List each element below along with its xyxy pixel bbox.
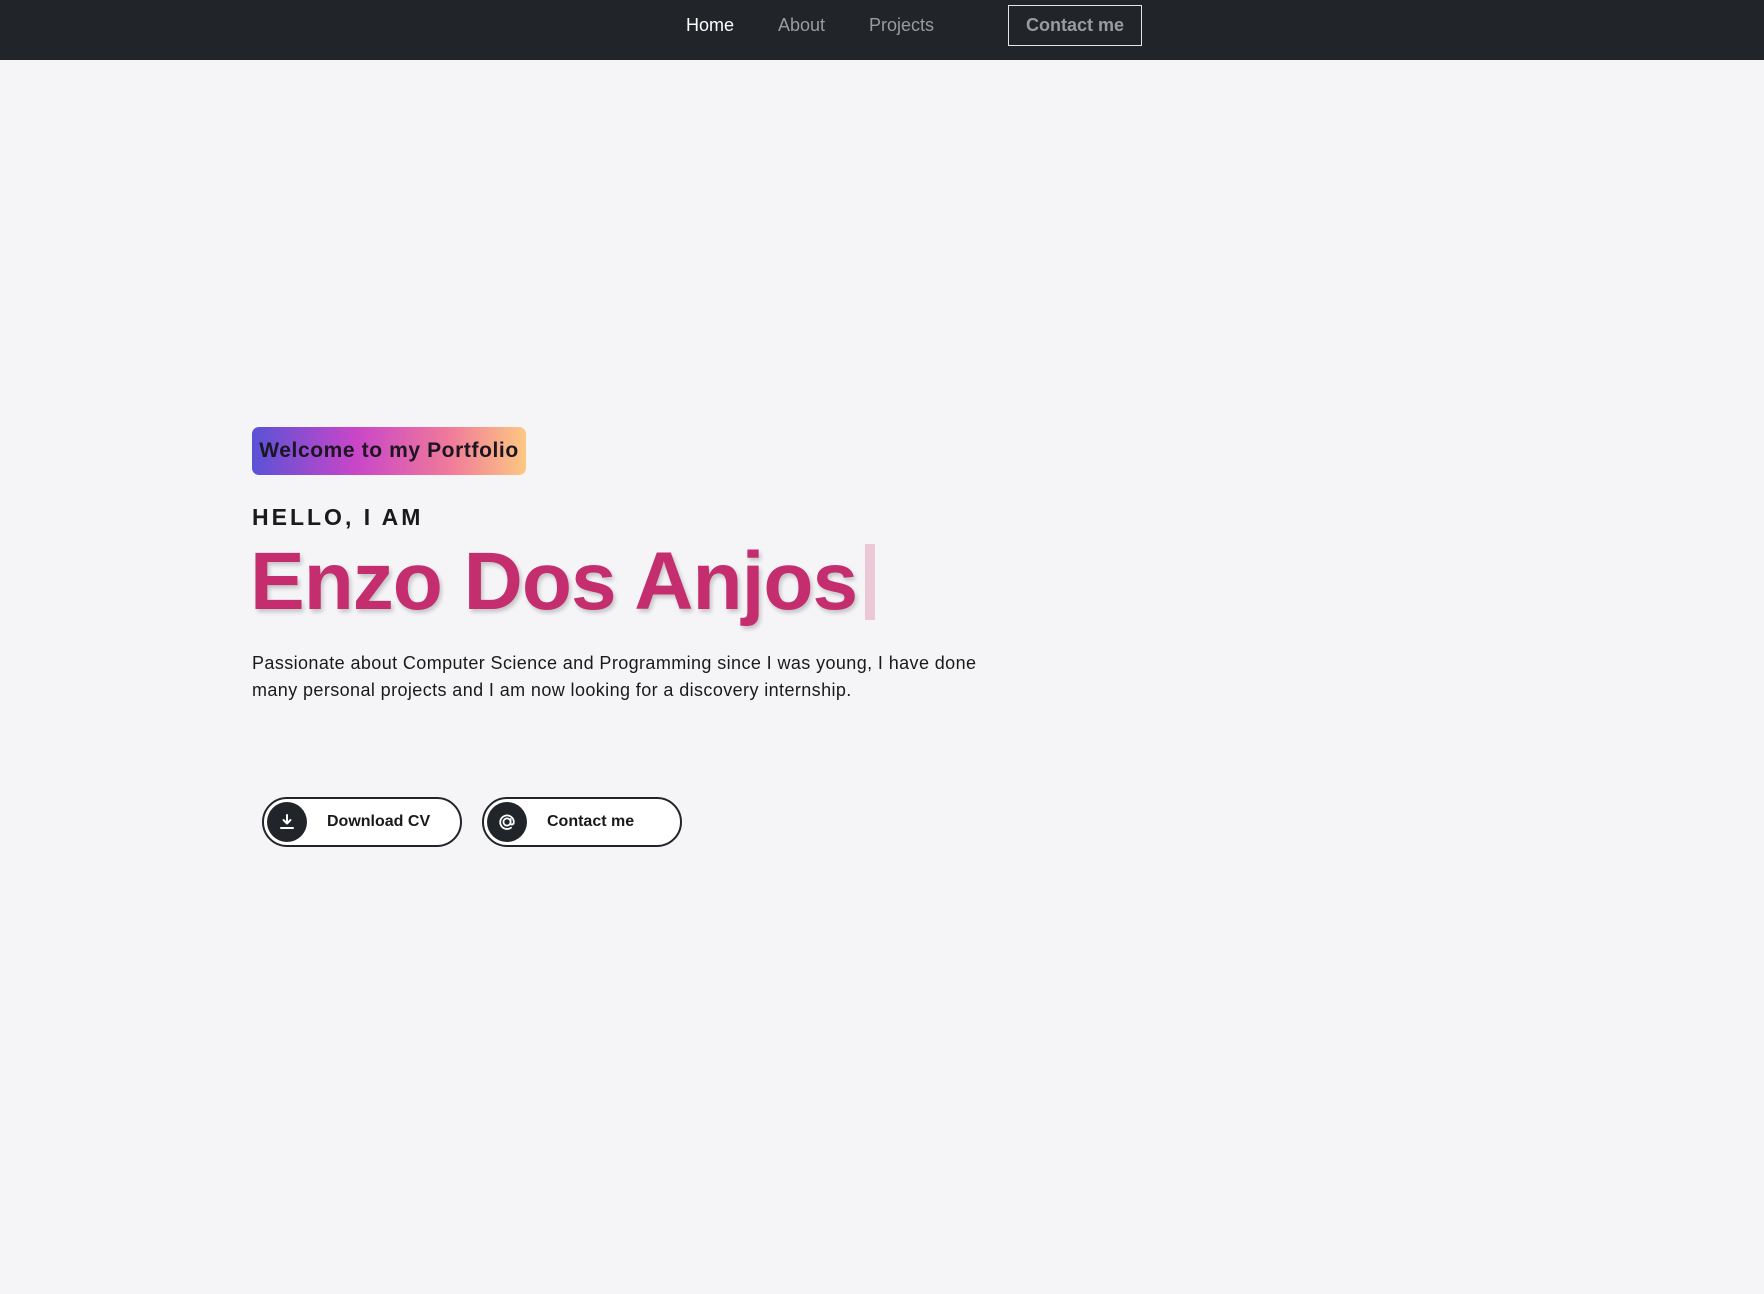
download-cv-label: Download CV bbox=[327, 813, 431, 830]
contact-me-label: Contact me bbox=[547, 813, 635, 830]
at-sign-icon bbox=[487, 802, 527, 842]
download-cv-button[interactable]: Download CV bbox=[262, 797, 462, 847]
name-heading: Enzo Dos Anjos bbox=[250, 536, 876, 628]
bio-text: Passionate about Computer Science and Pr… bbox=[252, 653, 977, 700]
nav-contact-button[interactable]: Contact me bbox=[1008, 5, 1142, 46]
nav-link-projects[interactable]: Projects bbox=[869, 14, 934, 36]
download-icon bbox=[267, 802, 307, 842]
nav-link-home[interactable]: Home bbox=[686, 14, 734, 36]
typing-cursor bbox=[865, 544, 876, 620]
name-text: Enzo Dos Anjos bbox=[250, 536, 858, 627]
navbar: Home About Projects Contact me bbox=[0, 0, 1764, 60]
nav-link-about[interactable]: About bbox=[778, 14, 825, 36]
greeting-heading: HELLO, I AM bbox=[252, 504, 424, 530]
contact-me-button[interactable]: Contact me bbox=[482, 797, 682, 847]
welcome-badge: Welcome to my Portfolio bbox=[252, 427, 526, 475]
